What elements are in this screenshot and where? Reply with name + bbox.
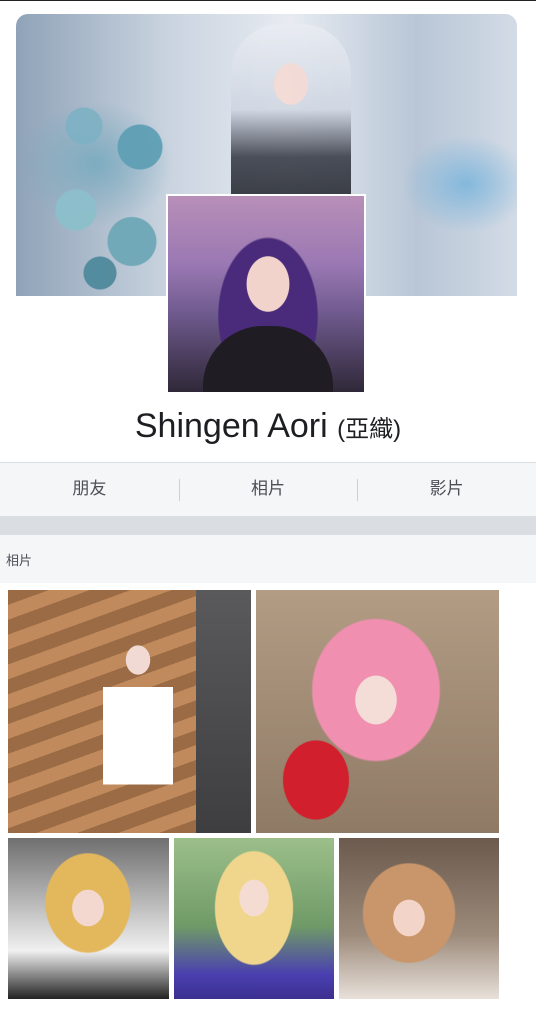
photo-thumbnail[interactable]: [8, 838, 169, 999]
top-divider: [0, 0, 536, 1]
photo-thumbnail[interactable]: [339, 838, 499, 999]
photo-thumbnail[interactable]: [174, 838, 334, 999]
profile-page: Shingen Aori (亞織) 朋友 相片 影片 相片: [0, 0, 536, 1024]
profile-alt-name: (亞織): [337, 416, 402, 443]
tab-friends[interactable]: 朋友: [0, 463, 179, 516]
profile-tab-bar: 朋友 相片 影片: [0, 462, 536, 517]
photos-section-header: 相片: [0, 535, 536, 583]
section-separator: [0, 517, 536, 535]
tab-videos[interactable]: 影片: [357, 463, 536, 516]
photo-thumbnail[interactable]: [256, 590, 499, 833]
avatar-figure-image: [203, 326, 333, 392]
photos-section-title: 相片: [6, 554, 33, 569]
profile-picture[interactable]: [166, 194, 366, 394]
profile-name-text: Shingen Aori: [134, 407, 328, 445]
photo-thumbnail[interactable]: [8, 590, 251, 833]
tab-photos[interactable]: 相片: [178, 463, 358, 516]
cover-figure-image: [231, 24, 351, 214]
profile-name: Shingen Aori (亞織): [0, 407, 536, 446]
